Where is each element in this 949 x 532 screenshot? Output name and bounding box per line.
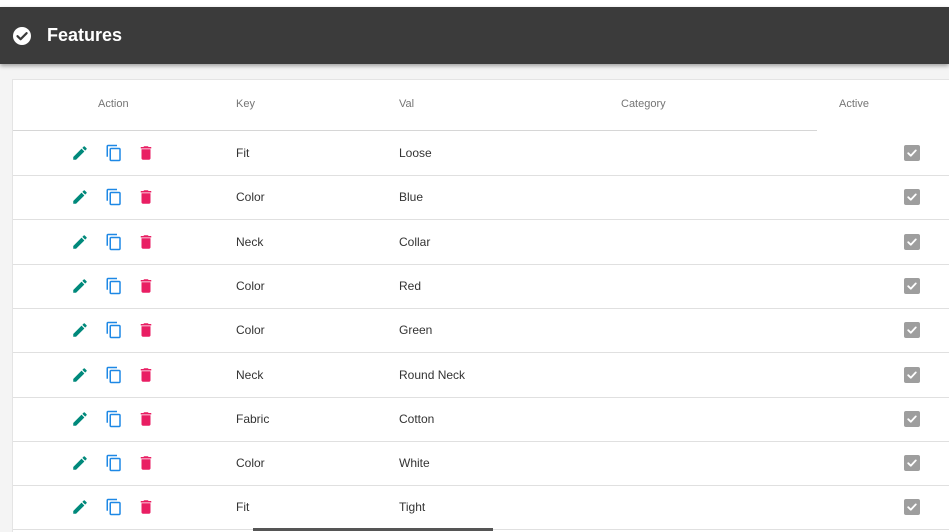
delete-trash-icon[interactable] xyxy=(137,277,155,295)
copy-icon[interactable] xyxy=(105,277,123,295)
val-cell: Round Neck xyxy=(399,367,466,382)
edit-pencil-icon[interactable] xyxy=(71,321,89,339)
key-cell: Color xyxy=(236,456,265,471)
copy-icon[interactable] xyxy=(105,366,123,384)
checkbox-checked-icon xyxy=(907,459,917,467)
key-cell: Neck xyxy=(236,234,264,249)
copy-icon[interactable] xyxy=(105,233,123,251)
val-cell: Red xyxy=(399,278,422,293)
edit-pencil-icon[interactable] xyxy=(71,233,89,251)
active-checkbox[interactable] xyxy=(904,322,920,339)
edit-pencil-icon[interactable] xyxy=(71,498,89,516)
column-header-val[interactable]: Val xyxy=(399,98,414,110)
key-cell: Color xyxy=(236,190,265,205)
checkbox-checked-icon xyxy=(907,415,917,423)
checkbox-checked-icon xyxy=(907,503,917,511)
active-checkbox[interactable] xyxy=(904,233,920,250)
edit-pencil-icon[interactable] xyxy=(71,410,89,428)
copy-icon[interactable] xyxy=(105,144,123,162)
val-cell: Green xyxy=(399,323,433,338)
column-header-key[interactable]: Key xyxy=(236,98,255,110)
key-cell: Neck xyxy=(236,367,264,382)
active-checkbox[interactable] xyxy=(904,189,920,206)
val-cell: Collar xyxy=(399,234,431,249)
edit-pencil-icon[interactable] xyxy=(71,277,89,295)
top-strip xyxy=(0,0,949,7)
edit-pencil-icon[interactable] xyxy=(71,366,89,384)
page-header: Features xyxy=(0,7,949,64)
checkbox-checked-icon xyxy=(907,149,917,157)
active-checkbox[interactable] xyxy=(904,410,920,427)
copy-icon[interactable] xyxy=(105,498,123,516)
table-row: Fit Loose xyxy=(13,131,949,176)
active-checkbox[interactable] xyxy=(904,499,920,516)
edit-pencil-icon[interactable] xyxy=(71,454,89,472)
checkbox-checked-icon xyxy=(907,282,917,290)
delete-trash-icon[interactable] xyxy=(137,498,155,516)
copy-icon[interactable] xyxy=(105,321,123,339)
delete-trash-icon[interactable] xyxy=(137,188,155,206)
active-checkbox[interactable] xyxy=(904,455,920,472)
val-cell: Blue xyxy=(399,190,424,205)
table-row: Color White xyxy=(13,441,949,487)
delete-trash-icon[interactable] xyxy=(137,321,155,339)
key-cell: Color xyxy=(236,278,265,293)
active-checkbox[interactable] xyxy=(904,145,920,161)
key-cell: Fabric xyxy=(236,411,270,426)
val-cell: Tight xyxy=(399,500,426,515)
checkbox-checked-icon xyxy=(907,193,917,201)
key-cell: Color xyxy=(236,323,265,338)
key-cell: Fit xyxy=(236,500,250,515)
delete-trash-icon[interactable] xyxy=(137,454,155,472)
delete-trash-icon[interactable] xyxy=(137,233,155,251)
table-row: Color Blue xyxy=(13,175,949,221)
page-title: Features xyxy=(47,25,123,45)
table-header: Action Key Val Category Active xyxy=(13,80,949,131)
table-row: Color Red xyxy=(13,264,949,309)
copy-icon[interactable] xyxy=(105,188,123,206)
check-circle-icon xyxy=(12,26,32,46)
table-row: Neck Collar xyxy=(13,220,949,265)
table-row: Color Green xyxy=(13,308,949,354)
edit-pencil-icon[interactable] xyxy=(71,144,89,162)
column-header-active[interactable]: Active xyxy=(839,98,869,110)
delete-trash-icon[interactable] xyxy=(137,144,155,162)
checkbox-checked-icon xyxy=(907,238,917,246)
val-cell: Loose xyxy=(399,146,432,160)
delete-trash-icon[interactable] xyxy=(137,366,155,384)
column-header-category[interactable]: Category xyxy=(621,98,666,110)
active-checkbox[interactable] xyxy=(904,366,920,383)
table-row: Fabric Cotton xyxy=(13,397,949,442)
table-row: Neck Round Neck xyxy=(13,353,949,398)
checkbox-checked-icon xyxy=(907,371,917,379)
checkbox-checked-icon xyxy=(907,326,917,334)
copy-icon[interactable] xyxy=(105,410,123,428)
key-cell: Fit xyxy=(236,146,250,160)
val-cell: White xyxy=(399,456,430,471)
column-header-action: Action xyxy=(98,98,129,110)
table-row: Fit Tight xyxy=(13,485,949,531)
delete-trash-icon[interactable] xyxy=(137,410,155,428)
features-table: Action Key Val Category Active Fit Loose C… xyxy=(12,79,949,532)
val-cell: Cotton xyxy=(399,411,435,426)
edit-pencil-icon[interactable] xyxy=(71,188,89,206)
copy-icon[interactable] xyxy=(105,454,123,472)
active-checkbox[interactable] xyxy=(904,277,920,294)
